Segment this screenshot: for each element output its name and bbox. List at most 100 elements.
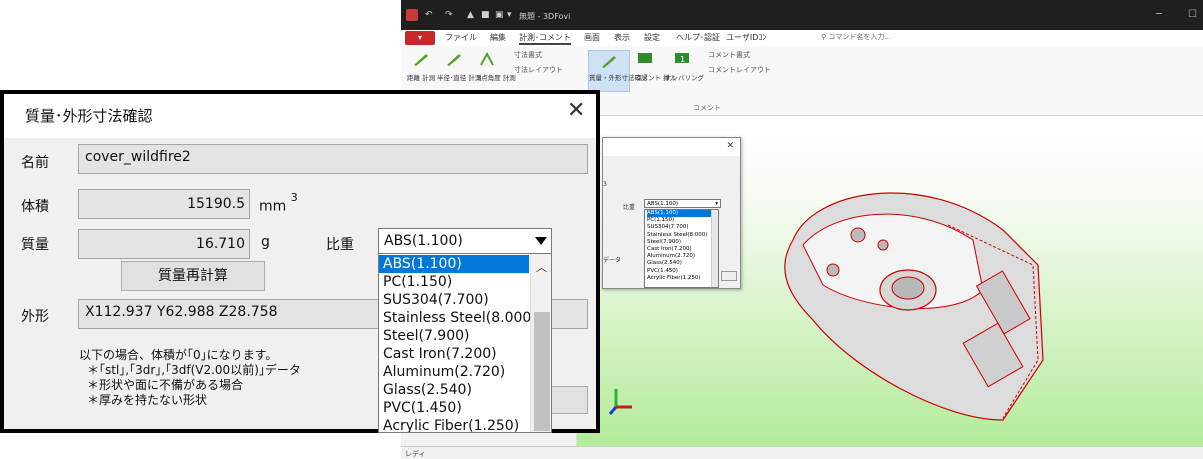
- quick-access-save-icon[interactable]: ■: [481, 10, 490, 20]
- status-bar: レディ: [401, 446, 1203, 459]
- maximize-icon[interactable]: ☐: [1188, 9, 1197, 20]
- command-search-placeholder: コマンド名を入力...: [828, 33, 892, 41]
- volume-unit: mm 3: [259, 191, 298, 215]
- list-item[interactable]: Aluminum(2.720): [647, 253, 718, 260]
- background-density-label: 比重: [623, 204, 636, 211]
- file-menu-button[interactable]: ▾: [405, 31, 435, 45]
- dialog-title: 質量･外形寸法確認: [25, 107, 153, 125]
- menu-view[interactable]: 表示: [614, 32, 630, 43]
- list-item[interactable]: PVC(1.450): [647, 268, 718, 275]
- scrollbar[interactable]: [711, 210, 718, 287]
- command-search-input[interactable]: ⚲ コマンド名を入力...: [821, 31, 931, 44]
- quick-access-print-icon[interactable]: ▲: [467, 10, 474, 20]
- density-option-glass[interactable]: Glass(2.540): [379, 381, 529, 399]
- scrollbar-thumb[interactable]: [534, 312, 550, 431]
- mass-unit: g: [261, 234, 270, 250]
- background-data-text: データ: [603, 257, 622, 264]
- volume-label: 体積: [21, 199, 49, 215]
- list-item[interactable]: ABS(1.100): [647, 210, 718, 218]
- close-icon[interactable]: ✕: [567, 98, 585, 123]
- quick-access-undo-icon[interactable]: ↶: [425, 10, 433, 20]
- ribbon-angle-label[interactable]: 3点角度 計測: [477, 74, 516, 82]
- list-item[interactable]: Cast Iron(7.200): [647, 246, 718, 253]
- background-dialog: ✕ 3 比重 ABS(1.100) ▾ ABS(1.100) PC(1.150)…: [602, 137, 741, 289]
- volume-unit-exponent: 3: [290, 191, 298, 204]
- mass-label: 質量: [21, 237, 49, 253]
- menu-measure-comment[interactable]: 計測･コメント: [519, 32, 571, 45]
- mass-dimension-icon: [602, 56, 616, 68]
- density-option-abs[interactable]: ABS(1.100): [379, 255, 529, 273]
- numbering-icon: 1: [675, 53, 689, 64]
- dialog-button[interactable]: [552, 386, 588, 414]
- density-option-sus304[interactable]: SUS304(7.700): [379, 291, 529, 309]
- list-item[interactable]: Steel(7.900): [647, 239, 718, 246]
- note-line: ＊形状や面に不備がある場合: [87, 378, 244, 392]
- menu-edit[interactable]: 編集: [490, 32, 506, 43]
- note-line: 以下の場合、体積が｢0｣になります。: [79, 348, 278, 362]
- density-option-cast-iron[interactable]: Cast Iron(7.200): [379, 345, 529, 363]
- density-dropdown-list: ABS(1.100) PC(1.150) SUS304(7.700) Stain…: [378, 253, 552, 433]
- density-option-stainless-steel[interactable]: Stainless Steel(8.000): [379, 309, 537, 327]
- ribbon-dim-layout[interactable]: 寸法レイアウト: [514, 65, 563, 75]
- ribbon-dim-format[interactable]: 寸法書式: [514, 50, 542, 60]
- ribbon-radius-label[interactable]: 半径･直径 計測: [437, 74, 481, 82]
- list-item[interactable]: SUS304(7.700): [647, 224, 718, 231]
- menu-screen[interactable]: 画面: [584, 32, 600, 43]
- radius-measure-icon: [447, 54, 461, 66]
- list-item[interactable]: Acrylic Fiber(1.250): [647, 275, 718, 282]
- density-option-aluminum[interactable]: Aluminum(2.720): [379, 363, 529, 381]
- density-option-acrylic-fiber[interactable]: Acrylic Fiber(1.250): [379, 417, 529, 432]
- list-item[interactable]: Glass(2.540): [647, 260, 718, 267]
- background-volume-exponent: 3: [603, 181, 607, 188]
- note-text: 以下の場合、体積が｢0｣になります。 ＊｢stl｣,｢3dr｣,｢3df(V2.…: [79, 348, 301, 408]
- status-text: レディ: [405, 450, 426, 458]
- recalculate-mass-button[interactable]: 質量再計算: [121, 261, 265, 291]
- name-field: cover_wildfire2: [78, 144, 588, 174]
- dialog-titlebar: 質量･外形寸法確認 ✕: [4, 94, 596, 138]
- note-line: ＊厚みを持たない形状: [87, 393, 208, 407]
- volume-field: 15190.5: [78, 189, 250, 219]
- ribbon-group-comment: コメント: [693, 104, 721, 112]
- list-item[interactable]: PC(1.150): [647, 217, 718, 224]
- app-icon: [406, 9, 418, 21]
- comment-insert-icon: [638, 53, 652, 63]
- close-icon[interactable]: ✕: [726, 141, 734, 151]
- background-density-select[interactable]: ABS(1.100) ▾: [644, 199, 721, 208]
- ribbon-comment-insert-label[interactable]: コメント 挿入: [635, 74, 676, 82]
- scrollbar[interactable]: ︿: [530, 254, 551, 432]
- ribbon-numbering-label[interactable]: ナンバリング: [665, 74, 704, 82]
- density-option-pc[interactable]: PC(1.150): [379, 273, 529, 291]
- note-line: ＊｢stl｣,｢3dr｣,｢3df(V2.00以前)｣データ: [87, 363, 301, 377]
- chevron-down-icon: ▾: [715, 201, 718, 207]
- background-dialog-button[interactable]: [721, 271, 737, 281]
- background-dialog-titlebar: [603, 138, 740, 156]
- ribbon-distance-label[interactable]: 距離 計測: [407, 74, 437, 82]
- menu-user[interactable]: ユーザIDｺﾝ: [726, 32, 766, 43]
- menu-bar: ▾ ファイル 編集 計測･コメント 画面 表示 設定 ヘルプ･認証 ユーザIDｺ…: [401, 30, 1203, 46]
- density-option-steel[interactable]: Steel(7.900): [379, 327, 529, 345]
- chevron-down-icon: [535, 237, 547, 245]
- mass-dimension-dialog: 質量･外形寸法確認 ✕ 名前 cover_wildfire2 体積 15190.…: [0, 90, 600, 433]
- menu-file[interactable]: ファイル: [445, 32, 477, 43]
- background-density-selected: ABS(1.100): [647, 201, 678, 207]
- density-option-pvc[interactable]: PVC(1.450): [379, 399, 529, 417]
- density-dropdown-button[interactable]: [529, 229, 551, 253]
- density-label: 比重: [326, 237, 354, 253]
- distance-measure-icon: [414, 54, 428, 66]
- 3d-model[interactable]: [773, 170, 1053, 432]
- svg-text:1: 1: [680, 55, 685, 64]
- menu-help[interactable]: ヘルプ･認証: [676, 32, 720, 43]
- density-select[interactable]: ABS(1.100): [378, 228, 552, 254]
- app-title: 無題 - 3DFovi: [519, 12, 571, 21]
- quick-access-redo-icon[interactable]: ↷: [445, 10, 453, 20]
- chevron-up-icon[interactable]: ︿: [536, 259, 547, 275]
- ribbon-comment-layout[interactable]: コメントレイアウト: [708, 65, 771, 75]
- quick-access-copy-icon[interactable]: ▣: [495, 10, 504, 20]
- title-bar: ↶ ↷ ▲ ■ ▣ ▾ 無題 - 3DFovi ─ ☐: [401, 0, 1203, 30]
- quick-access-dropdown-icon[interactable]: ▾: [507, 10, 512, 20]
- menu-settings[interactable]: 設定: [644, 32, 660, 43]
- minimize-icon[interactable]: ─: [1156, 9, 1162, 20]
- ribbon-comment-format[interactable]: コメント書式: [708, 50, 750, 60]
- density-selected-value: ABS(1.100): [384, 233, 463, 249]
- list-item[interactable]: Stainless Steel(8.000): [647, 232, 718, 239]
